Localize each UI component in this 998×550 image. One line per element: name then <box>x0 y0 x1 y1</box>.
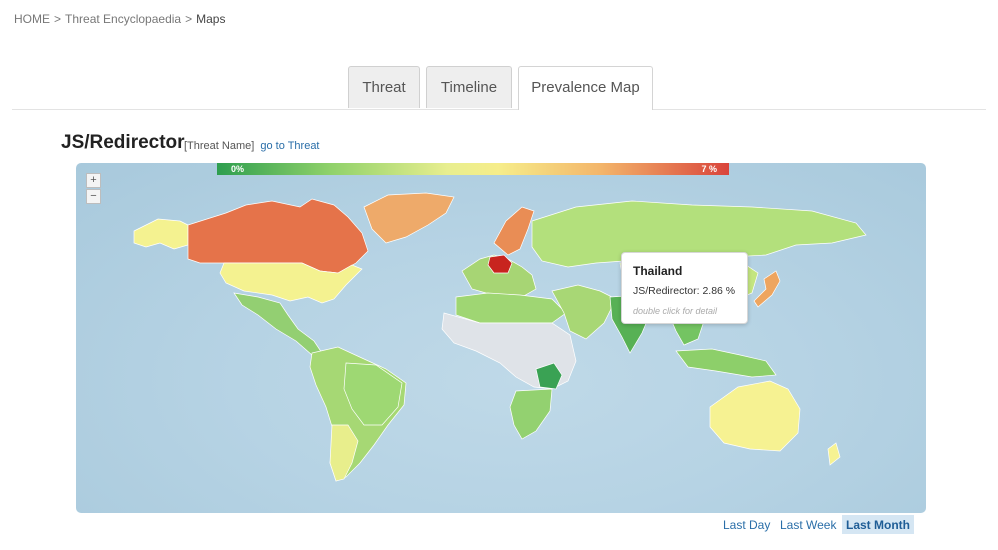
tab-timeline[interactable]: Timeline <box>426 66 512 108</box>
threat-meta: [Threat Name] go to Threat <box>184 140 320 152</box>
legend-max-label: 7 % <box>701 164 717 174</box>
region-indonesia[interactable] <box>675 348 777 378</box>
breadcrumb: HOME > Threat Encyclopaedia > Maps <box>14 12 225 26</box>
region-scandinavia[interactable] <box>493 206 535 256</box>
prevalence-legend-bar: 0% 7 % <box>217 163 729 175</box>
map-zoom-controls: + − <box>86 173 101 205</box>
country-alaska[interactable] <box>133 218 189 250</box>
country-tooltip: Thailand JS/Redirector: 2.86 % double cl… <box>621 252 748 324</box>
breadcrumb-current: Maps <box>196 12 226 26</box>
breadcrumb-encyclopaedia-link[interactable]: Threat Encyclopaedia <box>65 12 181 26</box>
country-new-zealand[interactable] <box>827 442 841 466</box>
world-map-svg[interactable] <box>76 163 926 513</box>
tooltip-prevalence-value: JS/Redirector: 2.86 % <box>633 285 736 297</box>
threat-name-heading: JS/Redirector <box>61 132 185 153</box>
threat-type-label: [Threat Name] <box>184 140 255 152</box>
breadcrumb-separator: > <box>185 12 193 26</box>
tooltip-country-name: Thailand <box>633 264 683 278</box>
tab-prevalence-map[interactable]: Prevalence Map <box>518 66 653 110</box>
zoom-out-button[interactable]: − <box>86 189 101 204</box>
zoom-in-button[interactable]: + <box>86 173 101 188</box>
region-north-africa[interactable] <box>455 292 567 324</box>
country-germany[interactable] <box>487 254 513 274</box>
country-japan[interactable] <box>753 270 781 308</box>
region-mexico-central-america[interactable] <box>233 292 323 356</box>
period-last-day-link[interactable]: Last Day <box>723 515 770 534</box>
country-australia[interactable] <box>709 380 801 452</box>
period-last-week-link[interactable]: Last Week <box>780 515 836 534</box>
go-to-threat-link[interactable]: go to Threat <box>260 140 319 152</box>
region-southern-africa[interactable] <box>509 388 553 440</box>
breadcrumb-separator: > <box>54 12 62 26</box>
country-greenland[interactable] <box>363 192 455 244</box>
tabs-divider <box>12 109 986 110</box>
breadcrumb-home-link[interactable]: HOME <box>14 12 50 26</box>
tooltip-hint: double click for detail <box>633 306 718 316</box>
country-canada[interactable] <box>187 198 369 274</box>
legend-min-label: 0% <box>231 164 245 174</box>
prevalence-world-map[interactable] <box>76 163 926 513</box>
view-tabs: Threat Timeline Prevalence Map <box>0 66 998 110</box>
tab-threat[interactable]: Threat <box>348 66 420 108</box>
period-last-month-link[interactable]: Last Month <box>842 515 914 534</box>
